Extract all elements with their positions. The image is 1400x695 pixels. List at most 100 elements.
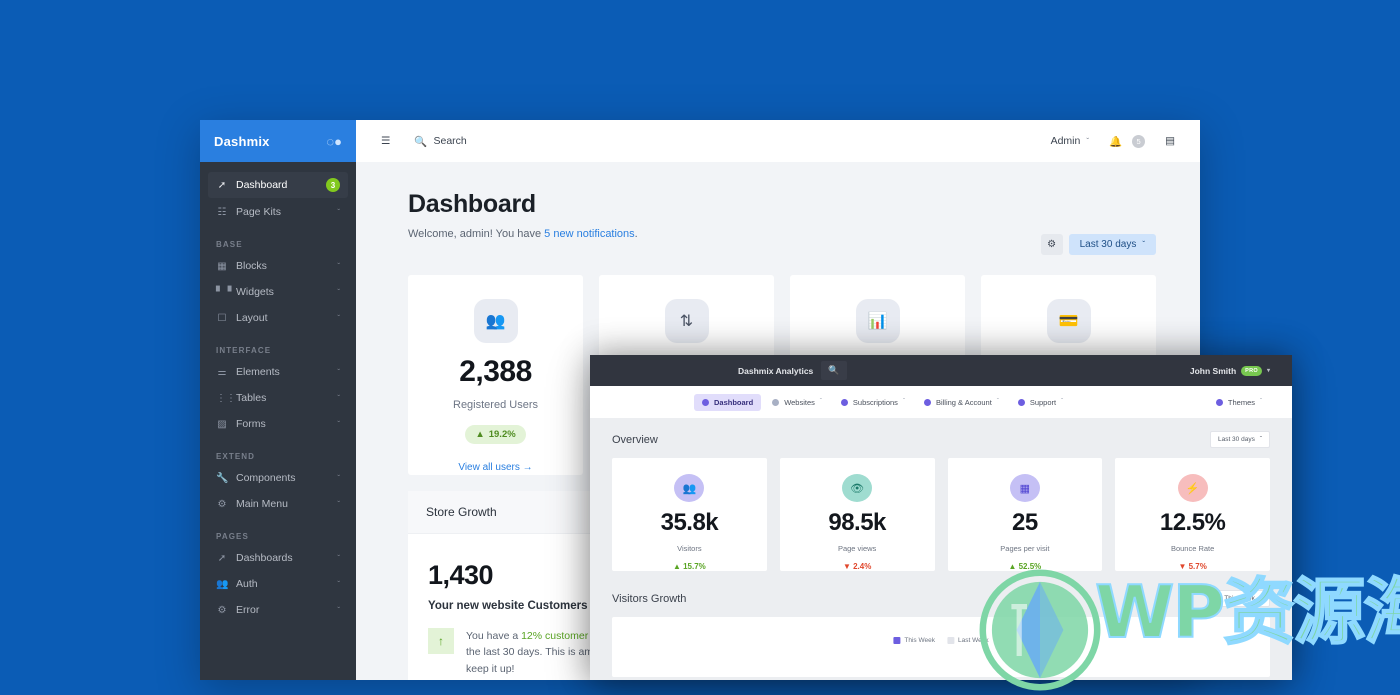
- sidebar-item-tables[interactable]: ⋮⋮ Tables ˇ: [208, 386, 348, 410]
- chevron-down-icon: ▾: [1267, 367, 1270, 374]
- circle-icon: [1018, 399, 1025, 406]
- circle-icon: [772, 399, 779, 406]
- hamburger-menu-button[interactable]: ☰: [372, 129, 399, 153]
- metric-card-pages-per-visit[interactable]: ▦ 25 Pages per visit ▲ 52.5%: [948, 458, 1103, 571]
- legend-item-this-week: This Week: [893, 637, 935, 644]
- layout-icon: ☐: [216, 313, 228, 324]
- tab-label: Websites: [784, 398, 815, 407]
- sidebar-item-blocks[interactable]: ▦ Blocks ˇ: [208, 254, 348, 278]
- metric-card-page-views[interactable]: 👁 98.5k Page views ▼ 2.4%: [780, 458, 935, 571]
- sidebar-item-forms[interactable]: ▨ Forms ˇ: [208, 412, 348, 436]
- visitors-growth-range-button[interactable]: This Week ˇ: [1216, 590, 1270, 607]
- note-prefix: You have a: [466, 630, 521, 642]
- sidebar-item-label: Components: [236, 472, 329, 484]
- metric-label: Bounce Rate: [1171, 544, 1214, 553]
- metric-delta: ▲ 52.5%: [1008, 562, 1041, 571]
- sidebar-item-page-kits[interactable]: ☷ Page Kits ˇ: [208, 200, 348, 224]
- tab-label: Dashboard: [714, 398, 753, 407]
- sidebar-item-label: Error: [236, 604, 329, 616]
- brand-name: Dashmix: [214, 134, 270, 149]
- sidebar-item-label: Dashboard: [236, 179, 318, 191]
- sidebar-item-layout[interactable]: ☐ Layout ˇ: [208, 306, 348, 330]
- bug-icon: ⚙: [216, 605, 228, 616]
- arrow-up-icon: ▲: [475, 429, 484, 440]
- date-range-label: Last 30 days: [1080, 239, 1137, 250]
- tab-themes[interactable]: Themes ˇ: [1208, 394, 1270, 411]
- tab-label: Subscriptions: [853, 398, 898, 407]
- stat-label: Registered Users: [453, 399, 538, 411]
- metric-delta: ▼ 5.7%: [1178, 562, 1206, 571]
- tab-support[interactable]: Support ˇ: [1010, 394, 1071, 411]
- overlay-nav: Dashboard Websites ˇ Subscriptions ˇ Bil…: [590, 386, 1292, 418]
- circle-icon: [924, 399, 931, 406]
- overlay-topbar: Dashmix Analytics 🔍 John Smith PRO ▾: [590, 355, 1292, 386]
- overlay-body: Overview Last 30 days ˇ 👥 35.8k Visitors…: [590, 418, 1292, 677]
- sidebar-item-auth[interactable]: 👥 Auth ˇ: [208, 572, 348, 596]
- chevron-down-icon: ˇ: [337, 314, 340, 323]
- metric-delta: ▲ 15.7%: [673, 562, 706, 571]
- sidebar-item-widgets[interactable]: ▘▝ Widgets ˇ: [208, 280, 348, 304]
- topbar: ☰ 🔍 Search Admin ˇ 🔔 5 ▤: [356, 120, 1200, 162]
- note-rest2: keep it up!: [466, 663, 514, 675]
- wallet-icon: 💳: [1047, 299, 1091, 343]
- toggle-icon[interactable]: ◌●: [326, 135, 342, 148]
- overlay-brand-group: Dashmix Analytics 🔍: [732, 361, 847, 380]
- tab-subscriptions[interactable]: Subscriptions ˇ: [833, 394, 913, 411]
- date-range-button[interactable]: Last 30 days ˇ: [1069, 234, 1156, 255]
- new-notifications-link[interactable]: 5 new notifications: [544, 228, 635, 240]
- chevron-down-icon: ˇ: [903, 399, 905, 405]
- pro-badge: PRO: [1241, 366, 1262, 376]
- sidebar-item-dashboard[interactable]: ➚ Dashboard 3: [208, 172, 348, 198]
- overlay-user-menu[interactable]: John Smith PRO ▾: [1190, 366, 1270, 376]
- sidebar-item-components[interactable]: 🔧 Components ˇ: [208, 466, 348, 490]
- tab-billing-account[interactable]: Billing & Account ˇ: [916, 394, 1007, 411]
- table-icon: ⋮⋮: [216, 393, 228, 404]
- visitors-growth-range-label: This Week: [1224, 595, 1255, 602]
- settings-button[interactable]: ⚙: [1041, 234, 1063, 255]
- rocket-icon: ➚: [216, 553, 228, 564]
- sidebar-item-label: Auth: [236, 578, 329, 590]
- chevron-down-icon: ˇ: [1260, 399, 1262, 405]
- sidebar-heading-extend: EXTEND: [208, 438, 348, 466]
- metric-delta-value: 2.4%: [853, 562, 871, 571]
- view-all-users-link[interactable]: View all users →: [458, 462, 532, 473]
- tab-websites[interactable]: Websites ˇ: [764, 394, 830, 411]
- tab-dashboard[interactable]: Dashboard: [694, 394, 761, 411]
- user-menu-button[interactable]: Admin ˇ: [1042, 129, 1098, 153]
- stat-card-registered-users[interactable]: 👥 2,388 Registered Users ▲ 19.2% View al…: [408, 275, 583, 475]
- chevron-down-icon: ˇ: [1260, 436, 1262, 443]
- topbar-right: Admin ˇ 🔔 5 ▤: [1042, 129, 1184, 154]
- rocket-icon: ➚: [216, 180, 228, 191]
- copy-icon: ☷: [216, 207, 228, 218]
- view-all-users-label: View all users: [458, 462, 520, 473]
- sidebar-heading-pages: PAGES: [208, 518, 348, 546]
- gear-icon: ⚙: [216, 499, 228, 510]
- chevron-down-icon: ˇ: [337, 606, 340, 615]
- sidebar-nav: ➚ Dashboard 3 ☷ Page Kits ˇ BASE ▦ Block…: [200, 162, 356, 622]
- metric-card-bounce-rate[interactable]: ⚡ 12.5% Bounce Rate ▼ 5.7%: [1115, 458, 1270, 571]
- sidebar-item-dashboards[interactable]: ➚ Dashboards ˇ: [208, 546, 348, 570]
- tab-label: Support: [1030, 398, 1056, 407]
- circle-icon: [841, 399, 848, 406]
- notifications-button[interactable]: 🔔 5: [1100, 129, 1154, 154]
- widgets-icon: ▘▝: [216, 287, 228, 298]
- search-icon[interactable]: 🔍: [821, 361, 846, 380]
- sidebar-item-error[interactable]: ⚙ Error ˇ: [208, 598, 348, 622]
- chevron-down-icon: ˇ: [1142, 240, 1145, 249]
- metric-card-visitors[interactable]: 👥 35.8k Visitors ▲ 15.7%: [612, 458, 767, 571]
- eye-icon: 👁: [842, 474, 872, 502]
- flask-icon: ⚌: [216, 367, 228, 378]
- chevron-down-icon: ˇ: [337, 368, 340, 377]
- sidebar-item-elements[interactable]: ⚌ Elements ˇ: [208, 360, 348, 384]
- overview-range-button[interactable]: Last 30 days ˇ: [1210, 431, 1270, 448]
- side-panel-button[interactable]: ▤: [1156, 129, 1184, 153]
- sidebar-item-label: Blocks: [236, 260, 329, 272]
- sidebar-item-main-menu[interactable]: ⚙ Main Menu ˇ: [208, 492, 348, 516]
- search-button[interactable]: 🔍 Search: [405, 129, 475, 154]
- stat-delta-chip: ▲ 19.2%: [465, 425, 525, 444]
- chevron-down-icon: ˇ: [1086, 137, 1089, 146]
- sidebar-item-label: Layout: [236, 312, 329, 324]
- visitors-growth-title: Visitors Growth: [612, 593, 686, 605]
- metric-label: Visitors: [677, 544, 701, 553]
- metric-delta: ▼ 2.4%: [843, 562, 871, 571]
